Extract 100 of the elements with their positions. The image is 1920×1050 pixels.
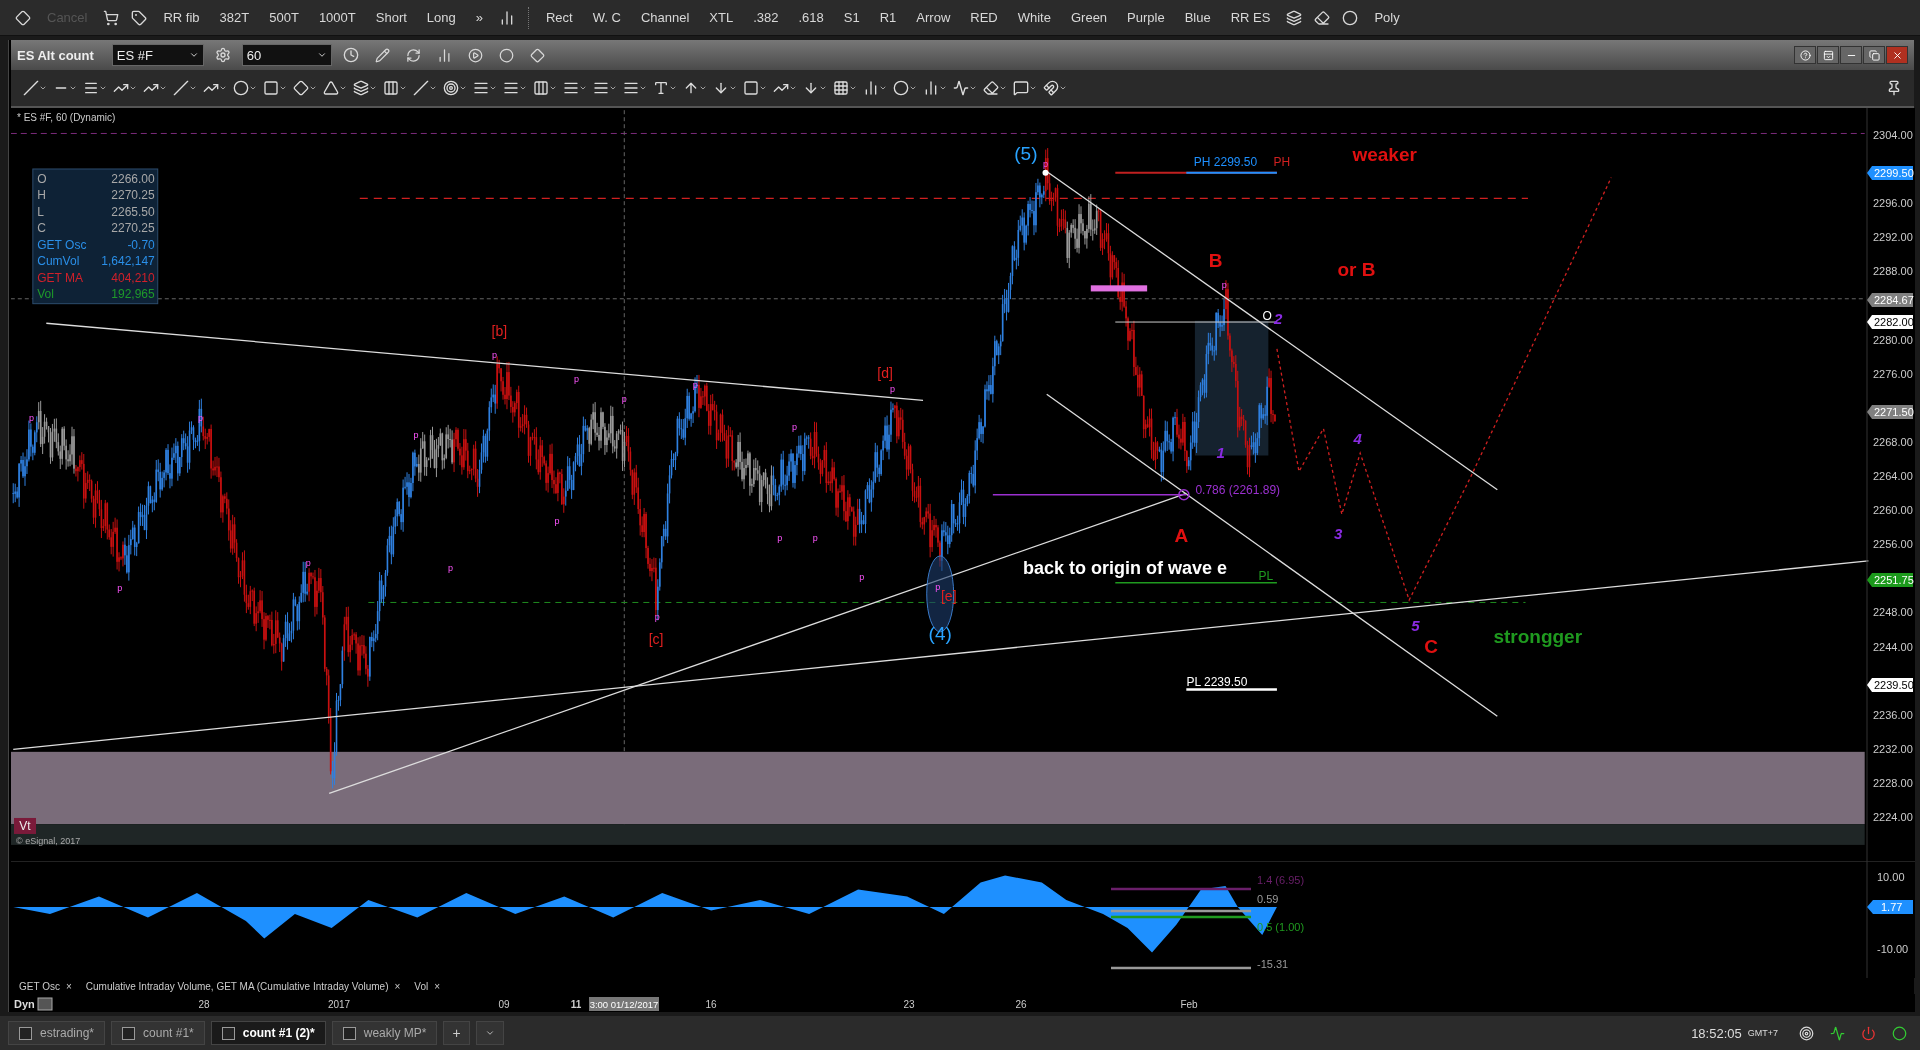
- toolbar-button[interactable]: Short: [366, 6, 416, 30]
- workspace-tab[interactable]: count #1 (2)*: [210, 1021, 326, 1046]
- symbol-field[interactable]: ES #F: [111, 44, 204, 67]
- box-icon[interactable]: [743, 80, 767, 97]
- time-label: 26: [1015, 999, 1027, 1011]
- double-line-icon[interactable]: [413, 80, 437, 97]
- pivot-label: p: [198, 413, 204, 424]
- pivot-label: p: [692, 380, 698, 391]
- price-marker: 2282.00: [1867, 315, 1914, 330]
- chart-annotation: (5): [1014, 143, 1038, 165]
- zigzag-icon[interactable]: [953, 80, 977, 97]
- toolbar-button[interactable]: Channel: [631, 6, 699, 30]
- data-value: -0.70: [127, 238, 155, 253]
- indicator-label: GET Osc: [19, 981, 60, 992]
- data-value: 2266.00: [111, 172, 155, 187]
- workspace-tab[interactable]: estrading*: [8, 1021, 106, 1046]
- restore-icon[interactable]: [1863, 46, 1885, 65]
- axis-label: 2248.00: [1873, 606, 1913, 619]
- circles-icon[interactable]: [443, 80, 467, 97]
- pivot-label: p: [654, 612, 660, 623]
- chart-annotation: PL: [1258, 569, 1274, 584]
- chart-annotation: or B: [1337, 259, 1376, 281]
- pivot-label: p: [554, 516, 560, 527]
- grid-icon[interactable]: [833, 80, 857, 97]
- chart-annotation: 1: [1216, 444, 1225, 462]
- toolbar-button[interactable]: »: [466, 6, 492, 30]
- data-value: 2270.25: [111, 188, 155, 203]
- toolbar-button[interactable]: Long: [417, 6, 465, 30]
- clock-time: 18:52:05: [1691, 1025, 1742, 1041]
- pivot-label: p: [859, 572, 865, 583]
- pivot-label: p: [791, 422, 797, 433]
- toolbar-button[interactable]: RR ES: [1221, 6, 1280, 30]
- toolbar-button[interactable]: 500T: [260, 6, 308, 30]
- pivot-label: p: [812, 533, 818, 544]
- axis-label: 2304.00: [1873, 129, 1913, 142]
- bars-icon[interactable]: [533, 80, 557, 97]
- axis-label: 2264.00: [1873, 470, 1913, 483]
- indicator-label: Vol: [414, 981, 429, 992]
- text-icon[interactable]: [653, 80, 677, 97]
- comment-icon[interactable]: [1013, 80, 1037, 97]
- toolbar-button[interactable]: 1000T: [309, 6, 365, 30]
- badge: [14, 818, 36, 835]
- toolbar-button[interactable]: White: [1008, 6, 1060, 30]
- time-mode-label: Dyn: [14, 998, 35, 1011]
- add-button[interactable]: +: [443, 1021, 470, 1046]
- toolbar-button[interactable]: 382T: [210, 6, 259, 30]
- toolbar-button[interactable]: S1: [834, 6, 869, 30]
- chart-annotation: O: [1262, 309, 1272, 324]
- toolbar-button[interactable]: Purple: [1118, 6, 1174, 30]
- chart-annotation: PH: [1273, 155, 1291, 170]
- close-icon[interactable]: ×: [394, 981, 401, 992]
- eraser-icon[interactable]: [983, 80, 1007, 97]
- level-label: 0.59: [1257, 893, 1279, 906]
- chart-annotation: 5: [1411, 617, 1420, 635]
- workspace-tab[interactable]: weakly MP*: [331, 1021, 438, 1046]
- close-icon[interactable]: ×: [65, 981, 72, 992]
- pivot-label: p: [777, 533, 783, 544]
- toolbar-button[interactable]: .618: [789, 6, 833, 30]
- diamond-icon[interactable]: [293, 80, 317, 97]
- close-icon[interactable]: [1886, 46, 1908, 65]
- triangle-icon[interactable]: [323, 80, 347, 97]
- pivot-label: p: [305, 558, 311, 569]
- toolbar-button[interactable]: XTL: [700, 6, 743, 30]
- help-icon[interactable]: [1794, 46, 1816, 65]
- rectangle-icon[interactable]: [263, 80, 287, 97]
- toolbar-button[interactable]: Poly: [1365, 6, 1409, 30]
- axis-label: 2296.00: [1873, 197, 1913, 210]
- time-label: 23: [903, 999, 915, 1011]
- toolbar-button[interactable]: RR fib: [154, 6, 209, 30]
- price-marker: 2239.50: [1867, 678, 1914, 693]
- marker-bar: [1090, 285, 1148, 292]
- close-icon[interactable]: ×: [434, 981, 441, 992]
- axis-label: 2260.00: [1873, 504, 1913, 517]
- pivot-point: [1042, 170, 1049, 177]
- toolbar-button[interactable]: Arrow: [907, 6, 960, 30]
- pivot-label: p: [29, 413, 35, 424]
- oval-icon[interactable]: [893, 80, 917, 97]
- magnet-icon[interactable]: [1043, 80, 1067, 97]
- data-label: O: [37, 172, 47, 187]
- chart-annotation: 4: [1353, 430, 1362, 448]
- level-label: 1.4 (6.95): [1257, 874, 1305, 887]
- window-title: ES Alt count: [17, 48, 94, 63]
- toolbar-button[interactable]: Blue: [1175, 6, 1220, 30]
- chart-annotation: (4): [928, 623, 952, 645]
- ellipse-icon[interactable]: [233, 80, 257, 97]
- chart-annotation: PL 2239.50: [1186, 675, 1248, 690]
- interval-field[interactable]: 60: [241, 44, 332, 67]
- line-tool-icon[interactable]: [23, 80, 47, 97]
- toolbar-button[interactable]: Rect: [537, 6, 582, 30]
- axis-label: 2228.00: [1873, 777, 1913, 790]
- chart-annotation: [c]: [648, 631, 664, 648]
- toolbar-button[interactable]: W. C: [583, 6, 630, 30]
- toolbar-button[interactable]: Green: [1061, 6, 1117, 30]
- toolbar-button[interactable]: .382: [744, 6, 788, 30]
- chart-annotation: C: [1424, 636, 1439, 658]
- data-label: GET Osc: [37, 238, 87, 253]
- axis-label: 2280.00: [1873, 334, 1913, 347]
- toolbar-button[interactable]: R1: [870, 6, 906, 30]
- workspace-tab[interactable]: count #1*: [111, 1021, 205, 1046]
- toolbar-button[interactable]: RED: [961, 6, 1007, 30]
